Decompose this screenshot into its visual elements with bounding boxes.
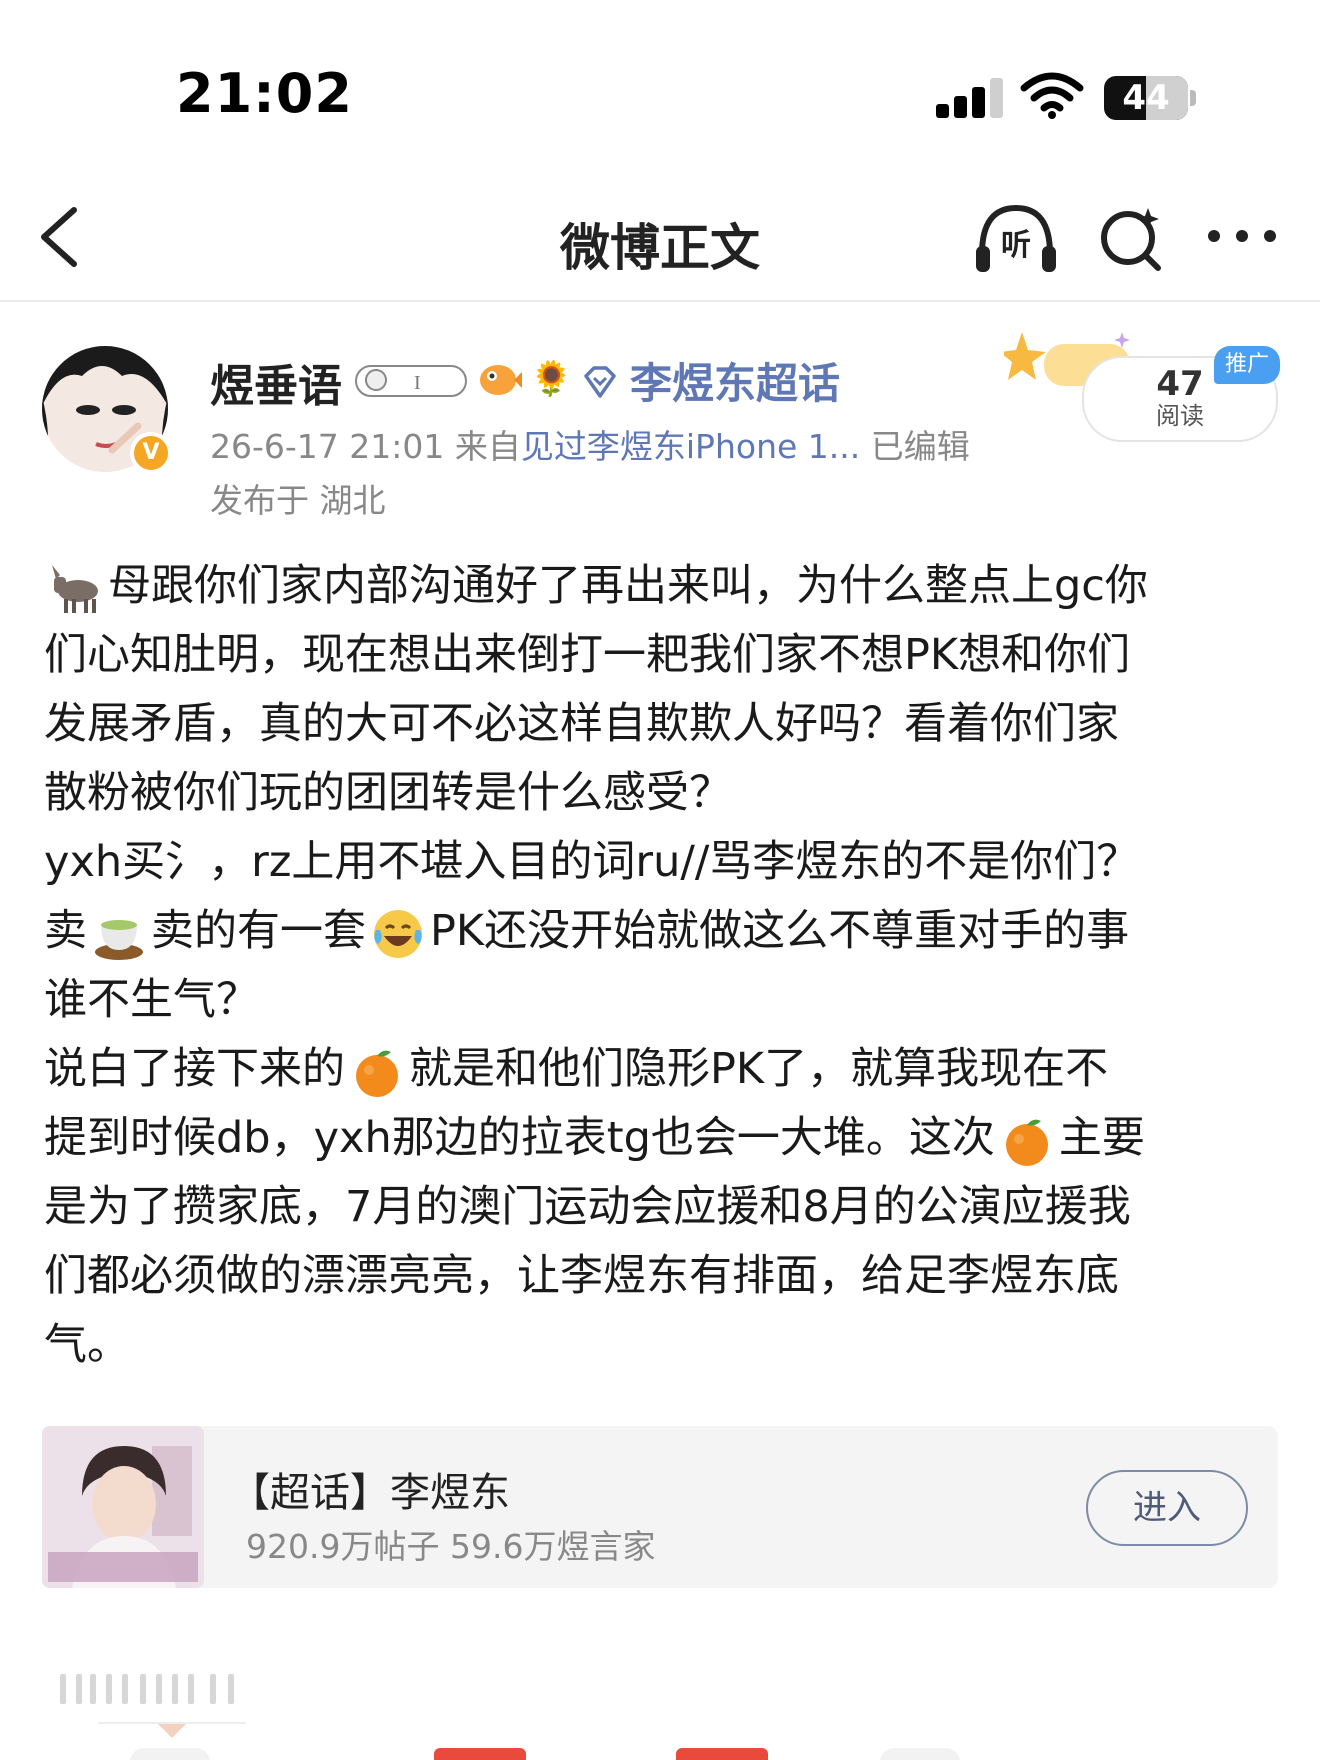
body-line: 提到时候db，yxh那边的拉表tg也会一大堆。这次 主要 bbox=[44, 1104, 1284, 1173]
post-edited[interactable]: 已编辑 bbox=[871, 427, 970, 466]
tea-emoji bbox=[95, 919, 143, 960]
ad-tag: 推广 bbox=[1214, 346, 1280, 384]
supertopic-link[interactable]: 李煜东超话 bbox=[630, 350, 840, 411]
listen-label: 听 bbox=[1001, 228, 1031, 263]
blurred-text bbox=[60, 1670, 240, 1710]
post-date: 26-6-17 21:01 bbox=[210, 427, 445, 466]
body-text: 卖 bbox=[44, 906, 87, 956]
red-label-partial bbox=[676, 1748, 768, 1760]
avatar-partial bbox=[880, 1748, 960, 1760]
supertopic-name: 【超话】李煜东 bbox=[230, 1470, 510, 1516]
donkey-emoji bbox=[52, 564, 98, 613]
svg-text:I: I bbox=[414, 372, 421, 394]
body-text: 就是和他们隐形PK了，就算我现在不 bbox=[409, 1044, 1109, 1094]
more-dots-icon[interactable] bbox=[1208, 226, 1280, 250]
verified-badge-icon: V bbox=[130, 432, 172, 474]
enter-button[interactable]: 进入 bbox=[1086, 1470, 1248, 1546]
status-bar: 21:02 44 bbox=[0, 0, 1320, 160]
red-label-partial bbox=[434, 1748, 526, 1760]
body-line: 是为了攒家底，7月的澳门运动会应援和8月的公演应援我 bbox=[44, 1182, 1131, 1232]
body-text: 主要 bbox=[1058, 1113, 1145, 1163]
tab-caret-icon bbox=[158, 1724, 186, 1738]
body-text: 母跟你们家内部沟通好了再出来叫，为什么整点上gc你 bbox=[108, 561, 1148, 611]
supertopic-stats: 920.9万帖子 59.6万煜言家 bbox=[246, 1527, 656, 1566]
sunflower-badge-icon: 🌻 bbox=[530, 359, 573, 399]
post-body: 母跟你们家内部沟通好了再出来叫，为什么整点上gc你 们心知肚明，现在想出来倒打一… bbox=[44, 552, 1284, 1380]
post-location: 发布于 湖北 bbox=[210, 481, 386, 520]
diamond-supertopic-icon bbox=[584, 366, 616, 398]
body-line: 散粉被你们玩的团团转是什么感受？ bbox=[44, 768, 732, 818]
battery-level: 44 bbox=[1122, 78, 1170, 118]
battery-icon: 44 bbox=[1104, 76, 1196, 120]
body-line: 们心知肚明，现在想出来倒打一耙我们家不想PK想和你们 bbox=[44, 630, 1131, 680]
body-text: PK还没开始就做这么不尊重对手的事 bbox=[430, 906, 1130, 956]
body-line: 母跟你们家内部沟通好了再出来叫，为什么整点上gc你 bbox=[44, 552, 1284, 621]
body-line: 们都必须做的漂漂亮亮，让李煜东有排面，给足李煜东底 bbox=[44, 1251, 1119, 1301]
body-text: 卖的有一套 bbox=[151, 906, 366, 956]
cellular-signal-icon bbox=[936, 78, 1004, 118]
body-line: 谁不生气？ bbox=[44, 975, 259, 1025]
body-line: 气。 bbox=[44, 1320, 130, 1370]
body-line: yxh买氵，rz上用不堪入目的词ru//骂李煜东的不是你们？ bbox=[44, 837, 1140, 887]
post-source[interactable]: 见过李煜东iPhone 1... bbox=[521, 427, 860, 466]
orange-emoji bbox=[356, 1050, 398, 1097]
read-label: 阅读 bbox=[1156, 402, 1204, 430]
listen-button[interactable]: 听 bbox=[974, 200, 1058, 276]
supertopic-thumbnail-art bbox=[42, 1426, 204, 1588]
body-text: 说白了接下来的 bbox=[44, 1044, 345, 1094]
post-meta: 26-6-17 21:01 来自见过李煜东iPhone 1... 已编辑 bbox=[210, 420, 970, 468]
orange-emoji bbox=[1005, 1119, 1048, 1166]
post-from-label: 来自 bbox=[454, 427, 521, 466]
body-line: 卖 卖的有一套 PK还没开始就做这么不尊重对手的事 bbox=[44, 897, 1284, 966]
status-time: 21:02 bbox=[176, 62, 353, 125]
wifi-icon bbox=[1020, 72, 1084, 119]
supertopic-card[interactable]: 【超话】李煜东 920.9万帖子 59.6万煜言家 进入 bbox=[42, 1426, 1278, 1588]
author-name[interactable]: 煜垂语 bbox=[210, 350, 342, 414]
nav-bar: 微博正文 听 bbox=[0, 160, 1320, 302]
avatar-partial bbox=[130, 1748, 210, 1760]
body-line: 发展矛盾，真的大可不必这样自欺欺人好吗？看着你们家 bbox=[44, 699, 1119, 749]
search-sparkle-icon[interactable] bbox=[1096, 204, 1166, 274]
body-line: 说白了接下来的 就是和他们隐形PK了，就算我现在不 bbox=[44, 1035, 1284, 1104]
fish-badge-icon bbox=[480, 365, 522, 395]
supertopic-thumbnail bbox=[42, 1426, 204, 1588]
body-text: 提到时候db，yxh那边的拉表tg也会一大堆。这次 bbox=[44, 1113, 995, 1163]
laugh-cry-emoji bbox=[374, 909, 422, 958]
medal-capsule-icon: I bbox=[355, 365, 467, 397]
